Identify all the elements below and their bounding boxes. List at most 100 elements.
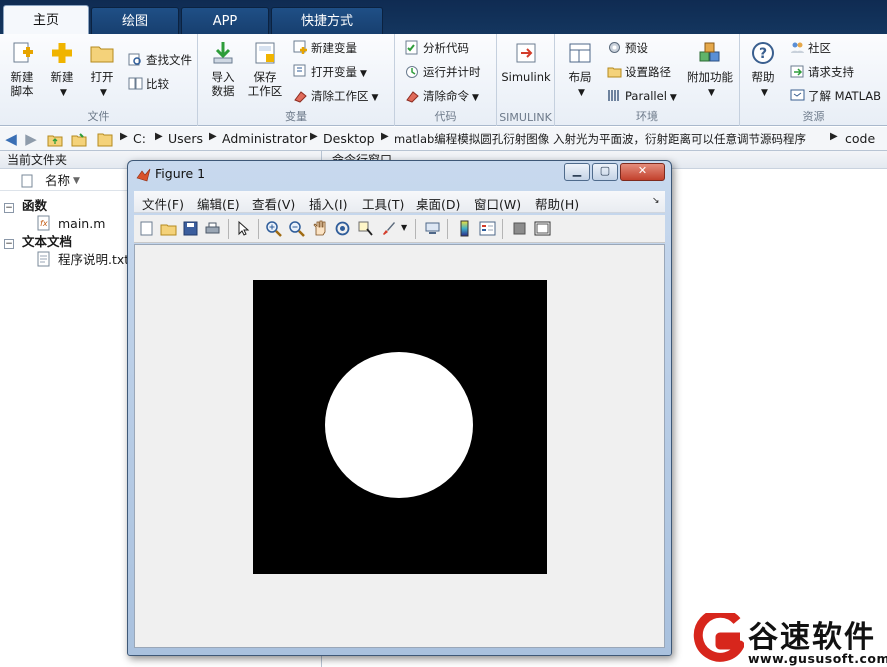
clear-workspace-button[interactable]: 清除工作区 ▼ [293,86,378,106]
preferences-label: 预设 [625,41,648,55]
learn-matlab-button[interactable]: 了解 MATLAB [790,86,881,106]
menu-desktop[interactable]: 桌面(D) [416,194,460,213]
new-label: 新建 [50,70,74,84]
breadcrumb-segment[interactable]: code [845,131,875,146]
link-icon[interactable] [424,220,441,237]
file-name: main.m [57,216,106,231]
m-file-icon: fx [37,215,50,231]
new-button[interactable]: 新建 ▼ [44,40,80,100]
add-ons-button[interactable]: 附加功能 ▼ [685,40,735,100]
maximize-button[interactable]: ▢ [592,163,618,181]
file-item[interactable]: fx main.m [36,215,105,233]
breadcrumb-separator-icon: ▶ [209,131,217,142]
menu-window[interactable]: 窗口(W) [474,194,521,213]
close-button[interactable]: ✕ [620,163,665,181]
toolstrip-tab-bar: 主页 绘图 APP 快捷方式 [0,0,887,35]
breadcrumb-segment[interactable]: matlab编程模拟圆孔衍射图像 入射光为平面波，衍射距离可以任意调节源码程序 [394,131,806,147]
breadcrumb-segment[interactable]: Administrator [222,131,307,146]
collapse-icon[interactable]: − [4,203,14,213]
figure-window[interactable]: Figure 1 ▁ ▢ ✕ 文件(F) 编辑(E) 查看(V) 插入(I) 工… [127,160,672,656]
analyze-code-button[interactable]: 分析代码 [405,38,469,58]
tree-group-functions[interactable]: − 函数 [4,197,47,215]
simulink-group: Simulink SIMULINK [497,34,555,126]
collapse-icon[interactable]: − [4,239,14,249]
chevron-down-icon: ▼ [761,88,768,98]
set-path-button[interactable]: 设置路径 [607,62,671,82]
dock-arrow-icon[interactable]: ↘ [652,196,660,206]
figure-canvas[interactable] [134,244,665,648]
data-cursor-icon[interactable] [357,220,374,237]
save-icon[interactable] [182,220,199,237]
breadcrumb-segment[interactable]: Users [168,131,203,146]
up-folder-icon[interactable] [46,130,64,148]
minimize-button[interactable]: ▁ [564,163,590,181]
layout-icon [569,43,591,63]
clear-workspace-label: 清除工作区 [311,89,369,103]
print-icon[interactable] [204,220,221,237]
clear-commands-button[interactable]: 清除命令 ▼ [405,86,479,106]
image-axes[interactable] [253,280,547,574]
file-item[interactable]: 程序说明.txt [36,251,129,269]
parallel-button[interactable]: Parallel ▼ [607,86,677,106]
chevron-down-icon[interactable]: ▼ [401,223,407,232]
rotate-3d-icon[interactable] [334,220,351,237]
zoom-in-icon[interactable] [265,220,282,237]
find-files-button[interactable]: 查找文件 [128,50,192,70]
show-plot-tools-icon[interactable] [534,220,551,237]
new-script-label: 新建 脚本 [10,70,34,98]
breadcrumb-segment[interactable]: Desktop [323,131,375,146]
breadcrumb-segment[interactable]: C: [133,131,146,146]
simulink-button[interactable]: Simulink [501,40,551,84]
save-workspace-button[interactable]: 保存 工作区 [246,40,284,98]
tab-apps[interactable]: APP [181,7,269,34]
clear-commands-icon [406,91,419,103]
tab-home[interactable]: 主页 [3,5,89,35]
new-script-button[interactable]: 新建 脚本 [4,40,40,98]
new-variable-button[interactable]: 新建变量 [293,38,357,58]
browse-folder-icon[interactable] [70,130,88,148]
compare-button[interactable]: 比较 [128,74,169,94]
community-button[interactable]: 社区 [790,38,831,58]
simulink-icon [516,43,536,63]
menu-view[interactable]: 查看(V) [252,194,295,213]
request-support-button[interactable]: 请求支持 [790,62,854,82]
menu-file[interactable]: 文件(F) [142,194,184,213]
pan-icon[interactable] [311,220,328,237]
clear-commands-label: 清除命令 [423,89,469,103]
tab-plots[interactable]: 绘图 [91,7,179,34]
pointer-icon[interactable] [235,220,252,237]
layout-label: 布局 [568,70,592,84]
figure-title-bar[interactable]: Figure 1 ▁ ▢ ✕ [128,161,671,187]
import-data-button[interactable]: 导入 数据 [206,40,240,98]
watermark-url: www.gususoft.com [748,651,887,666]
preferences-button[interactable]: 预设 [607,38,648,58]
menu-edit[interactable]: 编辑(E) [197,194,240,213]
colorbar-icon[interactable] [456,220,473,237]
forward-arrow-icon[interactable]: ▶ [22,130,40,148]
zoom-out-icon[interactable] [288,220,305,237]
layout-button[interactable]: 布局 ▼ [563,40,597,100]
open-variable-label: 打开变量 [311,65,357,79]
open-button[interactable]: 打开 ▼ [84,40,120,100]
set-path-label: 设置路径 [625,65,671,79]
menu-tools[interactable]: 工具(T) [362,194,404,213]
back-arrow-icon[interactable]: ◀ [2,130,20,148]
tab-shortcuts[interactable]: 快捷方式 [271,7,383,34]
run-and-time-button[interactable]: 运行并计时 [405,62,481,82]
open-variable-button[interactable]: 打开变量 ▼ [293,62,367,82]
hide-plot-tools-icon[interactable] [511,220,528,237]
legend-icon[interactable] [479,220,496,237]
chevron-down-icon: ▼ [100,88,107,98]
folder-icon [97,133,113,147]
menu-help[interactable]: 帮助(H) [535,194,579,213]
menu-insert[interactable]: 插入(I) [309,194,347,213]
open-file-icon[interactable] [160,220,177,237]
tree-group-text-docs[interactable]: − 文本文档 [4,233,72,251]
save-workspace-label: 保存 工作区 [247,70,283,98]
open-label: 打开 [90,70,114,84]
brush-icon[interactable] [380,220,397,237]
resources-group: ? 帮助 ▼ 社区 请求支持 了解 MATLAB 资源 [740,34,887,126]
toolbar-divider [258,219,259,239]
help-button[interactable]: ? 帮助 ▼ [746,40,780,100]
new-figure-icon[interactable] [138,220,155,237]
